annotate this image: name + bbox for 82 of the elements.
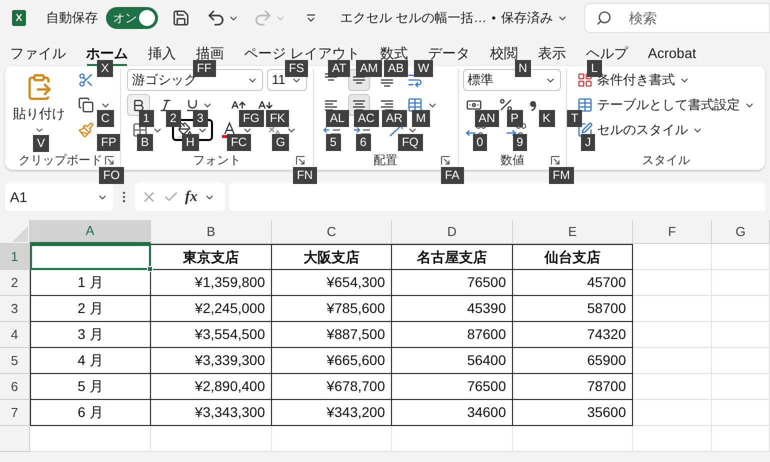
- table-cell: 仙台支店: [513, 244, 633, 270]
- keytip-tooltip: 3: [192, 110, 208, 127]
- keytip-tooltip: FG: [238, 110, 264, 127]
- keytip-tooltip: J: [581, 134, 595, 151]
- table-cell: ¥887,500: [272, 322, 392, 348]
- table-cell: 5 月: [30, 374, 151, 400]
- table-cell: 4 月: [30, 348, 151, 374]
- keytip-tooltip: FO: [99, 167, 124, 184]
- keytip-tooltip: AB: [384, 60, 408, 77]
- keytip-tooltip: FA: [440, 167, 464, 184]
- keytip-tooltip: T: [567, 110, 582, 127]
- table-cell: 東京支店: [151, 244, 272, 270]
- document-title: エクセル セルの幅一括…: [340, 9, 487, 28]
- keytip-tooltip: 1: [138, 110, 154, 127]
- keytip-tooltip: G: [272, 134, 290, 151]
- keytip-tooltip: FF: [192, 60, 216, 77]
- group-label: 数値: [500, 152, 524, 168]
- table-cell: 3 月: [30, 322, 151, 348]
- keytip-tooltip: M: [412, 110, 430, 127]
- keytip-tooltip: H: [182, 134, 199, 151]
- keytip-tooltip: AN: [474, 110, 500, 127]
- keytip-tooltip: L: [587, 60, 602, 77]
- table-cell: 大阪支店: [272, 244, 392, 270]
- table-cell: 76500: [392, 374, 513, 400]
- group-label: クリップボード: [18, 152, 102, 168]
- keytip-tooltip: B: [136, 134, 153, 151]
- separator-dot: •: [492, 10, 496, 27]
- keytip-tooltip: 9: [512, 134, 528, 151]
- keytip-tooltip: FK: [266, 110, 290, 127]
- keytip-tooltip: P: [506, 110, 523, 127]
- table-cell: 6 月: [30, 400, 151, 426]
- keytip-tooltip: AT: [328, 60, 350, 77]
- table-cell: ¥665,600: [272, 348, 392, 374]
- keytip-tooltip: 6: [356, 134, 371, 151]
- table-cell: 1 月: [30, 270, 151, 296]
- keytip-tooltip: FN: [292, 167, 317, 184]
- keytip-tooltip: 5: [326, 134, 341, 151]
- group-label: 配置: [374, 152, 398, 168]
- group-label: スタイル: [642, 152, 690, 168]
- keytip-tooltip: K: [538, 110, 555, 127]
- table-cell: 34600: [392, 400, 513, 426]
- keytip-tooltip: 0: [472, 134, 488, 151]
- table-cell: 2 月: [30, 296, 151, 322]
- table-cell: ¥3,339,300: [151, 348, 272, 374]
- table-cell: 74320: [513, 322, 633, 348]
- table-cell: ¥654,300: [272, 270, 392, 296]
- keytip-tooltip: FP: [97, 134, 120, 151]
- table-cell: ¥785,600: [272, 296, 392, 322]
- keytip-tooltip: AR: [382, 110, 407, 127]
- keytip-tooltip: FM: [548, 167, 574, 184]
- keytip-tooltip: FS: [284, 60, 308, 77]
- table-cell: 78700: [513, 374, 633, 400]
- group-label: フォント: [192, 152, 241, 168]
- table-cell: ¥1,359,800: [151, 270, 272, 296]
- table-cell: 58700: [513, 296, 633, 322]
- keytip-tooltip: AM: [356, 60, 382, 77]
- keytip-tooltip: C: [97, 110, 114, 127]
- table-cell: ¥343,200: [272, 400, 392, 426]
- keytip-tooltip: N: [514, 60, 532, 77]
- table-cell: ¥3,343,300: [151, 400, 272, 426]
- keytip-tooltip: AC: [354, 110, 379, 127]
- table-cell: 45390: [392, 296, 513, 322]
- app-logo: X: [12, 10, 26, 26]
- table-cell: ¥678,700: [272, 374, 392, 400]
- table-cell: 名古屋支店: [392, 244, 513, 270]
- table-cell: 56400: [392, 348, 513, 374]
- keytip-tooltip: FQ: [398, 134, 423, 151]
- keytip-tooltip: 2: [166, 110, 181, 127]
- table-cell: 45700: [513, 270, 633, 296]
- table-cell: 35600: [513, 400, 633, 426]
- autosave-label: 自動保存: [46, 9, 98, 28]
- keytip-tooltip: FC: [226, 134, 251, 151]
- keytip-tooltip: X: [97, 60, 114, 77]
- table-cell: 76500: [392, 270, 513, 296]
- keytip-tooltip: AL: [326, 110, 349, 127]
- keytip-tooltip: W: [414, 60, 434, 77]
- table-cell: ¥2,890,400: [151, 374, 272, 400]
- keytip-tooltip: V: [33, 135, 50, 152]
- table-cell: 65900: [513, 348, 633, 374]
- table-cell: ¥3,554,500: [151, 322, 272, 348]
- table-cell: ¥2,245,000: [151, 296, 272, 322]
- table-cell: 87600: [392, 322, 513, 348]
